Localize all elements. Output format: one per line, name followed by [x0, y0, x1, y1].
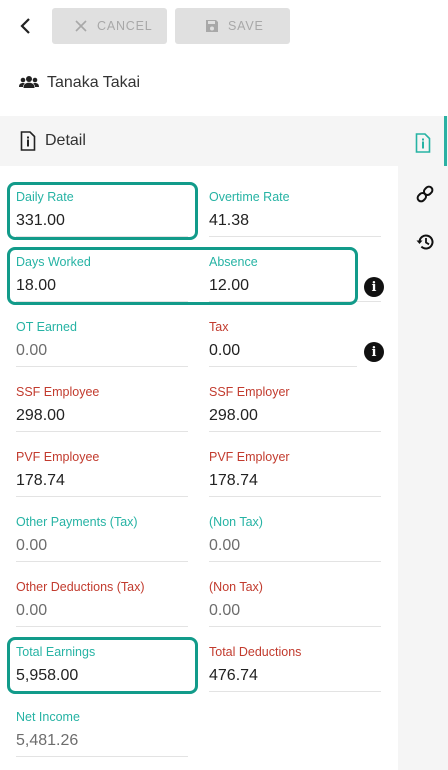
detail-section-header: Detail: [0, 116, 398, 166]
ot-earned-label: OT Earned: [16, 320, 77, 334]
other-deductions-tax-field[interactable]: Other Deductions (Tax) 0.00: [16, 570, 188, 627]
tax-info-icon[interactable]: i: [364, 342, 384, 362]
history-icon: [416, 234, 434, 250]
other-payments-tax-field[interactable]: Other Payments (Tax) 0.00: [16, 505, 188, 562]
total-earnings-highlight: [7, 637, 198, 694]
cancel-button[interactable]: CANCEL: [52, 8, 167, 44]
ssf-employee-value: 298.00: [16, 407, 65, 424]
total-deductions-value: 476.74: [209, 667, 258, 684]
other-deductions-non-tax-field[interactable]: (Non Tax) 0.00: [209, 570, 381, 627]
back-button[interactable]: [15, 14, 37, 38]
top-toolbar: CANCEL SAVE: [0, 0, 448, 52]
ssf-employee-field[interactable]: SSF Employee 298.00: [16, 375, 188, 432]
net-income-field[interactable]: Net Income 5,481.26: [16, 700, 188, 757]
days-info-icon[interactable]: i: [364, 277, 384, 297]
ssf-employer-field[interactable]: SSF Employer 298.00: [209, 375, 381, 432]
days-absence-highlight: [7, 247, 358, 305]
save-button[interactable]: SAVE: [175, 8, 290, 44]
total-deductions-label: Total Deductions: [209, 645, 302, 659]
user-name: Tanaka Takai: [47, 74, 141, 91]
pvf-employer-label: PVF Employer: [209, 450, 290, 464]
link-icon: [416, 185, 434, 203]
net-income-value: 5,481.26: [16, 732, 79, 749]
other-deductions-tax-label: Other Deductions (Tax): [16, 580, 145, 594]
daily-rate-highlight: [7, 182, 198, 240]
other-deductions-non-tax-value: 0.00: [209, 602, 241, 619]
side-rail: [398, 116, 448, 770]
active-tab-indicator: [444, 116, 447, 166]
section-title: Detail: [45, 132, 86, 149]
other-payments-non-tax-value: 0.00: [209, 537, 241, 554]
ot-earned-value: 0.00: [16, 342, 48, 359]
cancel-label: CANCEL: [97, 19, 153, 33]
user-header: Tanaka Takai: [19, 70, 140, 96]
other-payments-tax-value: 0.00: [16, 537, 48, 554]
ssf-employee-label: SSF Employee: [16, 385, 100, 399]
info-document-icon: [415, 133, 431, 153]
other-deductions-tax-value: 0.00: [16, 602, 48, 619]
pvf-employee-value: 178.74: [16, 472, 65, 489]
rail-detail-tab[interactable]: [415, 133, 431, 158]
pvf-employer-value: 178.74: [209, 472, 258, 489]
rail-link-tab[interactable]: [415, 184, 435, 209]
overtime-rate-value: 41.38: [209, 212, 250, 229]
rail-history-tab[interactable]: [415, 232, 435, 257]
save-label: SAVE: [228, 19, 264, 33]
tax-label: Tax: [209, 320, 229, 334]
document-info-icon: [20, 131, 36, 151]
ot-earned-field[interactable]: OT Earned 0.00: [16, 310, 188, 367]
save-icon: [206, 20, 218, 32]
total-deductions-field[interactable]: Total Deductions 476.74: [209, 635, 381, 692]
users-group-icon: [19, 76, 39, 88]
other-payments-non-tax-field[interactable]: (Non Tax) 0.00: [209, 505, 381, 562]
overtime-rate-label: Overtime Rate: [209, 190, 290, 204]
other-payments-tax-label: Other Payments (Tax): [16, 515, 138, 529]
tax-field[interactable]: Tax 0.00: [209, 310, 357, 367]
net-income-label: Net Income: [16, 710, 80, 724]
ssf-employer-value: 298.00: [209, 407, 258, 424]
other-deductions-non-tax-label: (Non Tax): [209, 580, 263, 594]
ssf-employer-label: SSF Employer: [209, 385, 290, 399]
overtime-rate-field[interactable]: Overtime Rate 41.38: [209, 180, 381, 237]
pvf-employer-field[interactable]: PVF Employer 178.74: [209, 440, 381, 497]
close-icon: [75, 20, 87, 32]
chevron-left-icon: [20, 18, 30, 34]
pvf-employee-label: PVF Employee: [16, 450, 100, 464]
other-payments-non-tax-label: (Non Tax): [209, 515, 263, 529]
tax-value: 0.00: [209, 342, 241, 359]
pvf-employee-field[interactable]: PVF Employee 178.74: [16, 440, 188, 497]
